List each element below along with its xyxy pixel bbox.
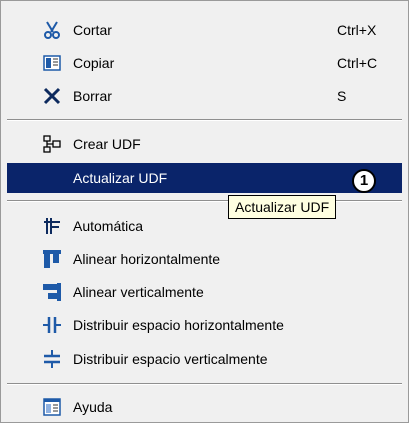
align-vertical-icon (43, 283, 61, 301)
menu-item-automatica[interactable]: Automática (7, 211, 402, 241)
menu-item-label: Distribuir espacio horizontalmente (73, 317, 284, 333)
menu-item-label: Actualizar UDF (73, 170, 168, 186)
shortcut-label: Ctrl+X (337, 22, 377, 38)
menu-item-ayuda[interactable]: Ayuda (7, 392, 402, 422)
menu-item-borrar[interactable]: Borrar S (7, 81, 402, 111)
menu-item-label: Alinear horizontalmente (73, 251, 221, 267)
tooltip: Actualizar UDF (228, 195, 337, 219)
menu-separator (7, 200, 402, 202)
menu-item-actualizar-udf[interactable]: Actualizar UDF (7, 163, 402, 193)
copy-icon (43, 54, 61, 72)
distribute-vertical-icon (43, 350, 61, 368)
menu-item-label: Cortar (73, 22, 112, 38)
scissors-icon (43, 21, 61, 39)
auto-layout-icon (43, 217, 61, 235)
menu-item-crear-udf[interactable]: Crear UDF (7, 129, 402, 159)
shortcut-label: S (337, 88, 347, 104)
callout-number-badge: 1 (352, 169, 376, 193)
menu-separator (7, 119, 402, 121)
help-document-icon (43, 398, 61, 416)
menu-item-distribuir-vertical[interactable]: Distribuir espacio verticalmente (7, 344, 402, 374)
shortcut-label: Ctrl+C (337, 55, 378, 71)
menu-item-label: Automática (73, 218, 144, 234)
create-udf-icon (43, 135, 61, 153)
menu-item-label: Crear UDF (73, 136, 141, 152)
menu-item-label: Copiar (73, 55, 115, 71)
menu-item-label: Borrar (73, 88, 112, 104)
menu-item-copiar[interactable]: Copiar Ctrl+C (7, 48, 402, 78)
menu-separator (7, 383, 402, 385)
menu-item-label: Ayuda (73, 399, 113, 415)
delete-x-icon (43, 87, 61, 105)
align-horizontal-icon (43, 250, 61, 268)
menu-item-alinear-vertical[interactable]: Alinear verticalmente (7, 277, 402, 307)
distribute-horizontal-icon (43, 316, 61, 334)
menu-item-distribuir-horizontal[interactable]: Distribuir espacio horizontalmente (7, 310, 402, 340)
menu-item-alinear-horizontal[interactable]: Alinear horizontalmente (7, 244, 402, 274)
context-menu: Cortar Ctrl+X Copiar Ctrl+C Borrar S Cre… (0, 0, 409, 423)
menu-item-label: Alinear verticalmente (73, 284, 204, 300)
menu-item-label: Distribuir espacio verticalmente (73, 351, 268, 367)
menu-item-cortar[interactable]: Cortar Ctrl+X (7, 15, 402, 45)
